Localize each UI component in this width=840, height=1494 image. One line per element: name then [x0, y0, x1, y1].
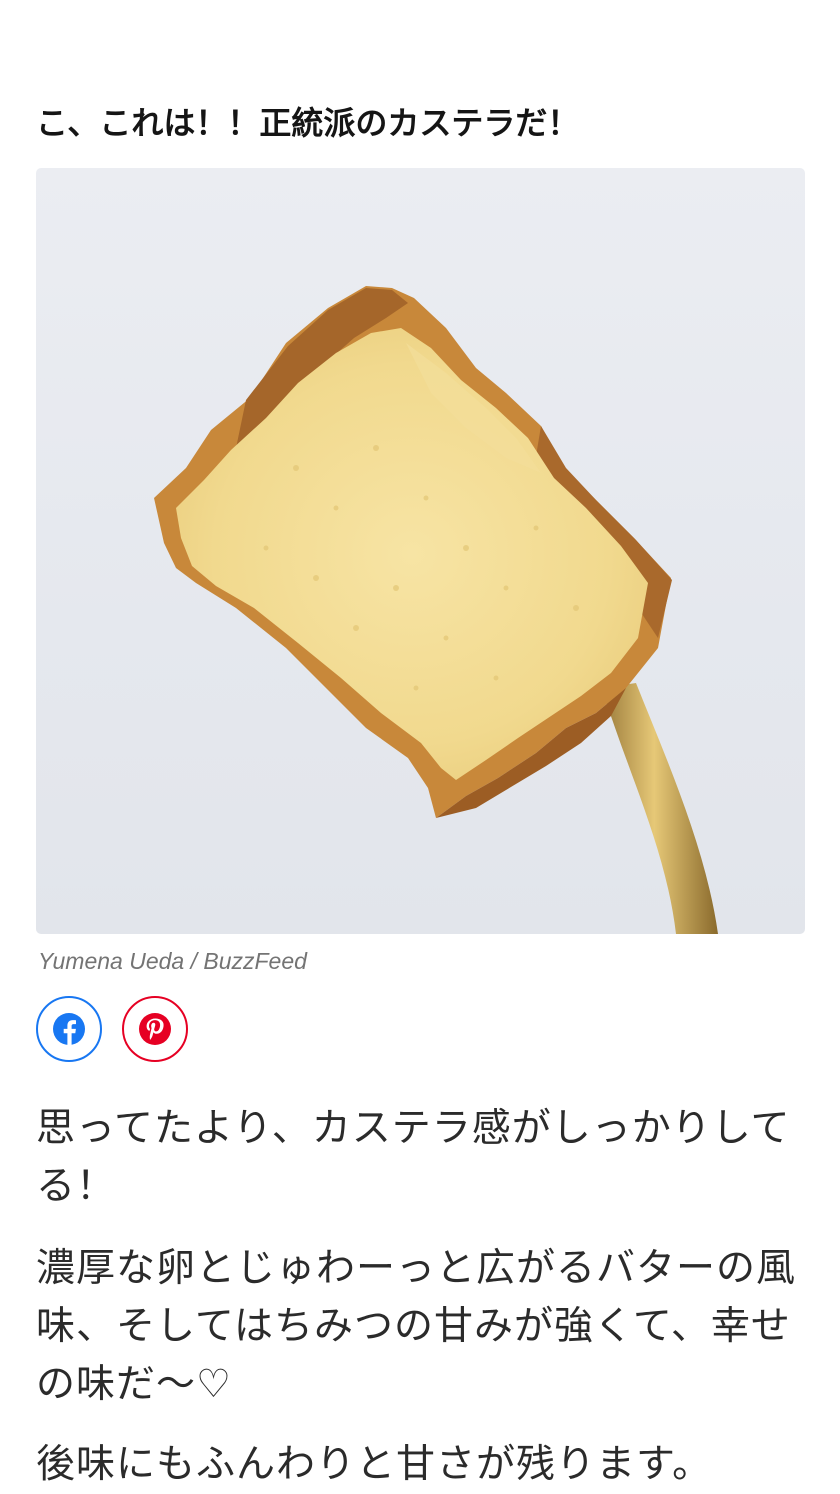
photo-credit: Yumena Ueda / BuzzFeed	[38, 948, 307, 974]
paragraph-3: 後味にもふんわりと甘さが残ります。	[36, 1442, 713, 1487]
paragraph-1: 思ってたより、カステラ感がしっかりしてる！	[36, 1106, 791, 1209]
castella-photo	[36, 168, 805, 934]
facebook-icon	[53, 1013, 85, 1045]
paragraph-2: 濃厚な卵とじゅわーっと広がるバターの風味、そしてはちみつの甘みが強くて、幸せの味…	[36, 1246, 797, 1407]
pinterest-icon	[139, 1013, 171, 1045]
share-pinterest-button[interactable]	[122, 996, 188, 1062]
castella-on-fork-image	[154, 286, 718, 934]
section-heading: こ、これは！！正統派のカステラだ！	[36, 104, 580, 142]
share-buttons	[36, 996, 188, 1066]
share-facebook-button[interactable]	[36, 996, 102, 1062]
